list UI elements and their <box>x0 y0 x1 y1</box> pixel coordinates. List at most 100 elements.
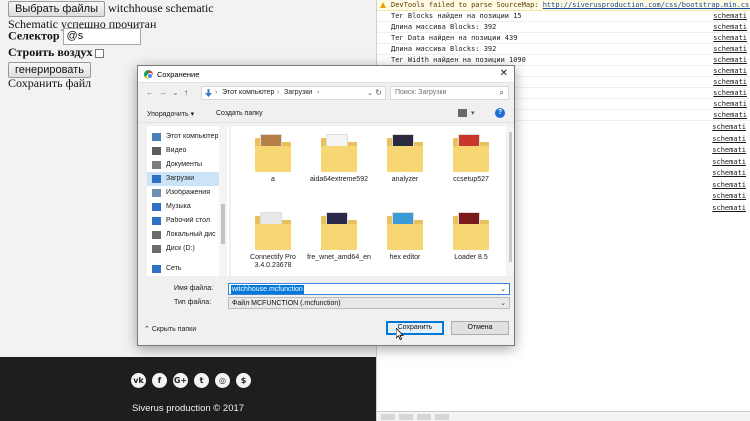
file-item[interactable]: Connectify Pro 3.4.0.23678 <box>241 208 301 276</box>
nav-item-label: Рабочий стол <box>166 217 210 224</box>
drawer-tab[interactable] <box>435 414 449 420</box>
folder-icon <box>321 134 357 172</box>
save-dialog: Сохранение ✕ ← → ⌄ ↑ › Этот компьютер › … <box>137 65 515 346</box>
breadcrumb-downloads[interactable]: Загрузки <box>284 89 312 96</box>
save-button[interactable]: Сохранить <box>386 321 444 335</box>
filetype-select[interactable]: Файл MCFUNCTION (.mcfunction) ⌄ <box>228 297 510 309</box>
drive-icon <box>152 245 161 253</box>
drawer-tab[interactable] <box>381 414 395 420</box>
close-icon[interactable]: ✕ <box>500 68 508 79</box>
console-message: Длина массива Blocks: 392 <box>391 23 497 31</box>
devtools-drawer-tabs <box>377 411 750 421</box>
back-arrow-icon[interactable]: ← <box>146 88 154 97</box>
twitter-icon[interactable]: t <box>194 373 209 388</box>
nav-item-label: Музыка <box>166 203 191 210</box>
nav-item[interactable]: Сеть <box>147 262 227 276</box>
console-source-link[interactable]: schemati <box>712 123 746 131</box>
choose-files-button[interactable]: Выбрать файлы <box>8 1 105 17</box>
search-input[interactable]: Поиск: Загрузки ⌕ <box>390 86 509 100</box>
dialog-toolbar: Упорядочить ▾ Создать папку ▾ ? <box>138 105 514 123</box>
console-source-link[interactable]: schemati <box>712 146 746 154</box>
network-icon <box>152 265 161 273</box>
cancel-button[interactable]: Отмена <box>451 321 509 335</box>
console-source-link[interactable]: schemati <box>712 135 746 143</box>
nav-item-label: Диск (D:) <box>166 245 195 252</box>
address-bar[interactable]: › Этот компьютер › Загрузки › ⌄ ↻ <box>201 86 386 100</box>
console-source-link[interactable]: schemati <box>713 45 747 53</box>
console-source-link[interactable]: schemati <box>712 169 746 177</box>
console-source-link[interactable]: schemati <box>712 158 746 166</box>
filename-label: Имя файла: <box>174 285 214 292</box>
view-dropdown-icon[interactable]: ▾ <box>471 109 475 117</box>
console-source-link[interactable]: schemati <box>712 192 746 200</box>
console-source-link[interactable]: schemati <box>713 23 747 31</box>
navigation-pane: Этот компьютер Видео Документы Загрузки Изоб… <box>147 126 229 276</box>
nav-item-label: Этот компьютер <box>166 133 219 140</box>
nav-item[interactable]: Музыка <box>147 200 227 214</box>
chosen-file-name: witchhouse schematic <box>108 1 214 15</box>
folder-icon <box>255 212 291 250</box>
drawer-tab[interactable] <box>399 414 413 420</box>
music-icon <box>152 203 161 211</box>
console-source-link[interactable]: schemati <box>713 78 747 86</box>
forward-arrow-icon[interactable]: → <box>159 88 167 97</box>
facebook-icon[interactable]: f <box>152 373 167 388</box>
new-folder-button[interactable]: Создать папку <box>216 110 263 117</box>
build-air-checkbox[interactable] <box>95 48 105 58</box>
breadcrumb-this-pc[interactable]: Этот компьютер <box>222 89 274 96</box>
scrollbar-thumb[interactable] <box>221 204 225 244</box>
nav-item[interactable]: Диск (D:) <box>147 242 227 256</box>
console-source-link[interactable]: schemati <box>713 12 747 20</box>
console-source-link[interactable]: schemati <box>713 34 747 42</box>
organize-menu[interactable]: Упорядочить ▾ <box>147 110 194 118</box>
instagram-icon[interactable]: ◎ <box>215 373 230 388</box>
file-list-scrollbar[interactable] <box>507 126 514 276</box>
nav-item[interactable]: Видео <box>147 144 227 158</box>
drawer-tab[interactable] <box>417 414 431 420</box>
console-source-link[interactable]: schemati <box>713 67 747 75</box>
console-log-line: Тег Data найден на позиции 439 schemati <box>377 33 750 44</box>
address-dropdown-icon[interactable]: ⌄ <box>367 89 373 97</box>
refresh-icon[interactable]: ↻ <box>375 88 382 97</box>
selector-row: Селектор @s <box>8 28 141 45</box>
sourcemap-link[interactable]: http://siverusproduction.com/css/bootstr… <box>543 1 750 9</box>
computer-icon <box>152 133 161 141</box>
console-source-link[interactable]: schemati <box>713 100 747 108</box>
file-item[interactable]: hex editor <box>373 208 433 276</box>
navigation-pane-scrollbar[interactable] <box>219 126 227 276</box>
nav-item[interactable]: Изображения <box>147 186 227 200</box>
view-options-icon[interactable] <box>458 109 467 117</box>
file-item[interactable]: fre_wnet_amd64_en <box>307 208 371 276</box>
pictures-icon <box>152 189 161 197</box>
up-arrow-icon[interactable]: ↑ <box>184 88 188 97</box>
filename-dropdown-icon[interactable]: ⌄ <box>500 285 506 293</box>
nav-item[interactable]: Локальный дис <box>147 228 227 242</box>
file-item[interactable]: aida64extreme592 <box>307 130 368 200</box>
console-source-link[interactable]: schemati <box>713 111 747 119</box>
save-file-link[interactable]: Сохранить файл <box>8 76 91 91</box>
file-item[interactable]: a <box>241 130 301 200</box>
file-item[interactable]: Loader 8.5 <box>439 208 499 276</box>
console-source-link[interactable]: schemati <box>713 56 747 64</box>
file-item[interactable]: ccsetup527 <box>439 130 499 200</box>
nav-item[interactable]: Рабочий стол <box>147 214 227 228</box>
chrome-icon <box>144 70 153 79</box>
nav-item[interactable]: Этот компьютер <box>147 130 227 144</box>
dollar-icon[interactable]: $ <box>236 373 251 388</box>
file-item[interactable]: analyzer <box>373 130 433 200</box>
recent-chevron-icon[interactable]: ⌄ <box>172 88 179 97</box>
help-icon[interactable]: ? <box>495 108 505 118</box>
filetype-dropdown-icon[interactable]: ⌄ <box>500 299 506 307</box>
nav-item[interactable]: Документы <box>147 158 227 172</box>
console-log-line: Длина массива Blocks: 392 schemati <box>377 44 750 55</box>
scrollbar-thumb[interactable] <box>509 132 512 262</box>
vk-icon[interactable]: vk <box>131 373 146 388</box>
selector-input[interactable]: @s <box>62 28 141 45</box>
nav-item[interactable]: Загрузки <box>147 172 227 186</box>
console-source-link[interactable]: schemati <box>712 204 746 212</box>
filename-input[interactable]: witchhouse.mcfunction ⌄ <box>228 283 510 295</box>
console-source-link[interactable]: schemati <box>712 181 746 189</box>
hide-folders-toggle[interactable]: ⌃ Скрыть папки <box>144 325 196 333</box>
console-source-link[interactable]: schemati <box>713 89 747 97</box>
google-plus-icon[interactable]: G+ <box>173 373 188 388</box>
